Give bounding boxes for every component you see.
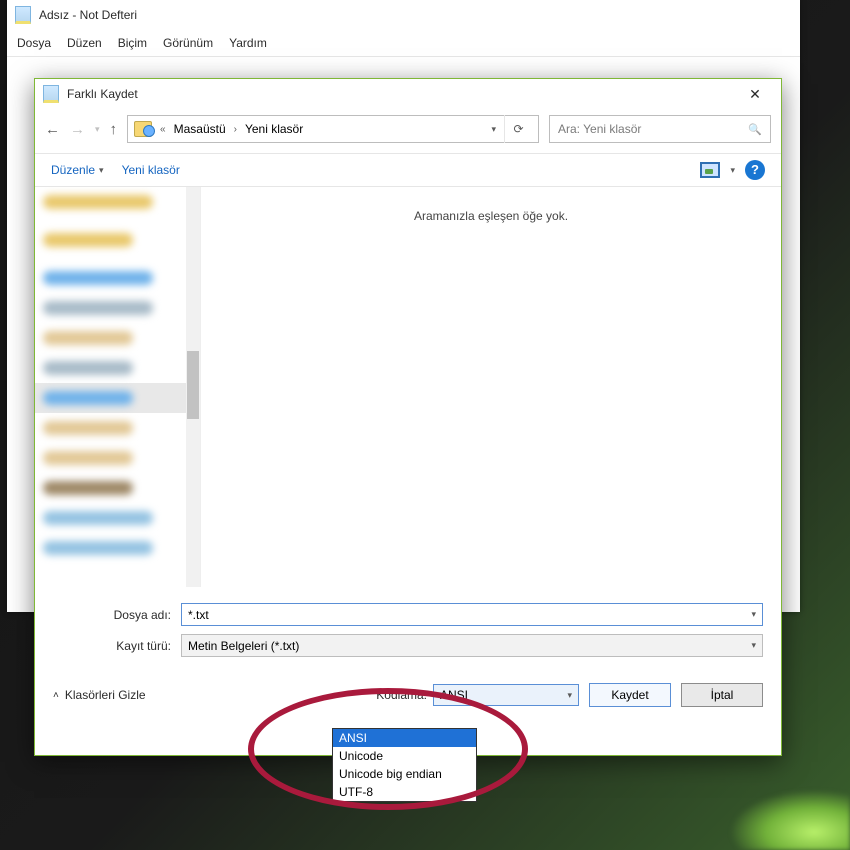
filename-dropdown-icon[interactable]: ▾ — [751, 609, 756, 620]
filename-value: *.txt — [188, 608, 209, 622]
encoding-dropdown-list[interactable]: ANSI Unicode Unicode big endian UTF-8 — [332, 728, 477, 802]
encoding-dropdown-icon[interactable]: ▾ — [567, 690, 572, 701]
view-controls: ▾ ? — [700, 160, 765, 180]
chevron-up-icon: ˄ — [53, 690, 59, 701]
nav-buttons: ← → ▾ ↑ — [45, 121, 117, 138]
file-list-pane[interactable]: Aramanızla eşleşen öğe yok. — [201, 187, 781, 587]
encoding-value: ANSI — [440, 688, 468, 702]
tree-item[interactable] — [35, 293, 200, 323]
tree-item[interactable] — [35, 473, 200, 503]
nav-tree[interactable] — [35, 187, 201, 587]
menu-help[interactable]: Yardım — [229, 36, 267, 50]
breadcrumb-part2[interactable]: Yeni klasör — [245, 122, 303, 136]
tree-item[interactable] — [35, 413, 200, 443]
address-bar[interactable]: « Masaüstü › Yeni klasör ▾ ⟳ — [127, 115, 539, 143]
chevron-icon: › — [234, 124, 237, 135]
dialog-toolbar: Düzenle▾ Yeni klasör ▾ ? — [35, 153, 781, 187]
filetype-dropdown-icon[interactable]: ▾ — [751, 640, 756, 651]
dialog-body: Aramanızla eşleşen öğe yok. — [35, 187, 781, 587]
save-as-dialog: Farklı Kaydet ✕ ← → ▾ ↑ « Masaüstü › Yen… — [34, 78, 782, 756]
tree-item[interactable] — [35, 533, 200, 563]
forward-button[interactable]: → — [70, 121, 85, 138]
filetype-select[interactable]: Metin Belgeleri (*.txt) ▾ — [181, 634, 763, 657]
filetype-label: Kayıt türü: — [53, 639, 181, 653]
cancel-button[interactable]: İptal — [681, 683, 763, 707]
back-button[interactable]: ← — [45, 121, 60, 138]
up-button[interactable]: ↑ — [110, 121, 118, 138]
dialog-title: Farklı Kaydet — [67, 87, 737, 101]
encoding-option-unicode[interactable]: Unicode — [333, 747, 476, 765]
breadcrumb-part1[interactable]: Masaüstü — [174, 122, 226, 136]
chevron-down-icon: ▾ — [99, 165, 104, 176]
address-dropdown-icon[interactable]: ▾ — [491, 124, 496, 135]
tree-item[interactable] — [35, 503, 200, 533]
encoding-option-ansi[interactable]: ANSI — [333, 729, 476, 747]
search-input[interactable]: Ara: Yeni klasör 🔍 — [549, 115, 771, 143]
nav-row: ← → ▾ ↑ « Masaüstü › Yeni klasör ▾ ⟳ Ara… — [35, 109, 781, 153]
menu-format[interactable]: Biçim — [118, 36, 147, 50]
menu-view[interactable]: Görünüm — [163, 36, 213, 50]
menu-file[interactable]: Dosya — [17, 36, 51, 50]
encoding-label: Kodlama: — [376, 688, 433, 702]
history-caret-icon: « — [160, 124, 166, 135]
new-folder-button[interactable]: Yeni klasör — [122, 163, 180, 177]
hide-folders-button[interactable]: ˄ Klasörleri Gizle — [53, 688, 146, 702]
scrollbar-thumb[interactable] — [187, 351, 199, 419]
notepad-titlebar: Adsız - Not Defteri — [7, 0, 800, 30]
hide-folders-label: Klasörleri Gizle — [65, 688, 146, 702]
tree-item[interactable] — [35, 323, 200, 353]
filename-label: Dosya adı: — [53, 608, 181, 622]
refresh-button[interactable]: ⟳ — [504, 115, 532, 143]
notepad-title: Adsız - Not Defteri — [39, 8, 137, 22]
search-icon: 🔍 — [748, 123, 762, 136]
notepad-separator — [7, 56, 800, 57]
history-dropdown[interactable]: ▾ — [95, 124, 100, 135]
dialog-titlebar[interactable]: Farklı Kaydet ✕ — [35, 79, 781, 109]
close-button[interactable]: ✕ — [737, 82, 773, 106]
tree-item[interactable] — [35, 443, 200, 473]
help-button[interactable]: ? — [745, 160, 765, 180]
encoding-option-unicode-be[interactable]: Unicode big endian — [333, 765, 476, 783]
tree-item[interactable] — [35, 225, 200, 255]
notepad-menubar: Dosya Düzen Biçim Görünüm Yardım — [7, 30, 800, 56]
encoding-select[interactable]: ANSI ▾ — [433, 684, 579, 706]
view-mode-icon[interactable] — [700, 162, 720, 178]
tree-item-selected[interactable] — [35, 383, 200, 413]
menu-edit[interactable]: Düzen — [67, 36, 102, 50]
folder-icon — [134, 121, 152, 137]
encoding-option-utf8[interactable]: UTF-8 — [333, 783, 476, 801]
notepad-icon — [15, 6, 31, 24]
save-button[interactable]: Kaydet — [589, 683, 671, 707]
tree-item[interactable] — [35, 353, 200, 383]
organize-button[interactable]: Düzenle▾ — [51, 163, 104, 177]
tree-item[interactable] — [35, 187, 200, 217]
dialog-footer: Dosya adı: *.txt ▾ Kayıt türü: Metin Bel… — [35, 587, 781, 719]
view-dropdown-icon[interactable]: ▾ — [730, 165, 735, 176]
tree-item[interactable] — [35, 263, 200, 293]
search-placeholder: Ara: Yeni klasör — [558, 122, 641, 136]
dialog-icon — [43, 85, 59, 103]
filename-input[interactable]: *.txt ▾ — [181, 603, 763, 626]
filetype-value: Metin Belgeleri (*.txt) — [188, 639, 299, 653]
empty-message: Aramanızla eşleşen öğe yok. — [414, 209, 568, 587]
